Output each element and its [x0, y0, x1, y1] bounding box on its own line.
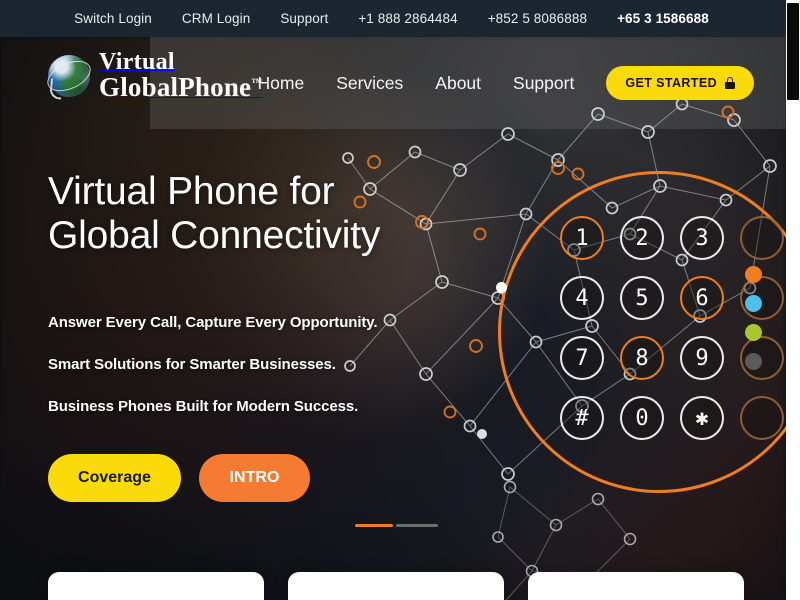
dialpad-key-4[interactable]: 4 [560, 276, 604, 320]
page-root: Switch Login CRM Login Support +1 888 28… [0, 0, 786, 600]
topbar-phone-hk[interactable]: +852 5 8086888 [473, 11, 602, 26]
hero-subheading-3: Business Phones Built for Modern Success… [48, 398, 359, 415]
dialpad-key-8[interactable]: 8 [620, 336, 664, 380]
carousel-segment-inactive[interactable] [396, 524, 438, 527]
nav-item-support[interactable]: Support [497, 73, 590, 94]
main-navigation: Home Services About Support GET STARTED [242, 37, 754, 129]
dialpad-row-4: # 0 ✱ [560, 396, 786, 440]
topbar-link-crm-login[interactable]: CRM Login [167, 11, 265, 26]
hero-button-group: Coverage INTRO [48, 454, 310, 502]
hero-subheading-2: Smart Solutions for Smarter Businesses. [48, 356, 336, 373]
get-started-button[interactable]: GET STARTED [606, 66, 754, 100]
hero-copy: Virtual Phone for Global Connectivity [48, 170, 518, 259]
topbar-link-switch-login[interactable]: Switch Login [59, 11, 167, 26]
status-dot-blue [745, 295, 762, 312]
dialpad-key-extra-4[interactable] [740, 396, 784, 440]
topbar-phone-sg[interactable]: +65 3 1586688 [602, 11, 727, 26]
dialpad-key-0[interactable]: 0 [620, 396, 664, 440]
status-dot-gray [745, 353, 762, 370]
status-dot-group [745, 266, 765, 382]
dialpad-key-5[interactable]: 5 [620, 276, 664, 320]
feature-card-3[interactable] [528, 572, 744, 600]
dialpad-key-2[interactable]: 2 [620, 216, 664, 260]
brand-line-2: GlobalPhone™ [99, 72, 263, 103]
scrollbar-thumb[interactable] [787, 3, 799, 100]
topbar-link-support[interactable]: Support [265, 11, 343, 26]
dialpad-key-3[interactable]: 3 [680, 216, 724, 260]
hero-heading-line-1: Virtual Phone for [48, 170, 335, 213]
nav-item-services[interactable]: Services [320, 73, 419, 94]
ring-marker-dot [495, 282, 507, 293]
topbar-phone-us[interactable]: +1 888 2864484 [343, 11, 472, 26]
top-utility-bar: Switch Login CRM Login Support +1 888 28… [0, 0, 786, 37]
dialpad-key-asterisk[interactable]: ✱ [680, 396, 724, 440]
dialpad-graphic: 1 2 3 4 5 6 7 8 9 # 0 ✱ [490, 128, 786, 538]
carousel-segment-active[interactable] [355, 524, 393, 527]
globe-icon [42, 54, 96, 100]
feature-card-2[interactable] [288, 572, 504, 600]
hero-subheading-1: Answer Every Call, Capture Every Opportu… [48, 314, 378, 331]
brand-text: Virtual GlobalPhone™ [99, 50, 262, 102]
dialpad-key-extra-1[interactable] [740, 216, 784, 260]
status-dot-green [745, 324, 762, 341]
carousel-progress[interactable] [355, 524, 438, 527]
feature-card-1[interactable] [48, 572, 264, 600]
dialpad-key-9[interactable]: 9 [680, 336, 724, 380]
dialpad-row-1: 1 2 3 [560, 216, 786, 260]
hero-heading-line-2: Global Connectivity [48, 214, 381, 258]
site-header: Virtual GlobalPhone™ Home Services About… [0, 37, 786, 129]
dialpad-key-6[interactable]: 6 [680, 276, 724, 320]
lock-icon [725, 77, 735, 89]
brand-logo[interactable]: Virtual GlobalPhone™ [42, 50, 262, 102]
nav-item-about[interactable]: About [419, 73, 497, 94]
dialpad-key-7[interactable]: 7 [560, 336, 604, 380]
status-dot-orange [745, 266, 762, 283]
nav-item-home[interactable]: Home [242, 73, 321, 94]
intro-button[interactable]: INTRO [199, 454, 310, 502]
get-started-label: GET STARTED [625, 76, 717, 90]
dialpad-key-hash[interactable]: # [560, 396, 604, 440]
page-title: Virtual Phone for Global Connectivity [48, 170, 518, 259]
coverage-button[interactable]: Coverage [48, 454, 181, 502]
dialpad-key-1[interactable]: 1 [560, 216, 604, 260]
